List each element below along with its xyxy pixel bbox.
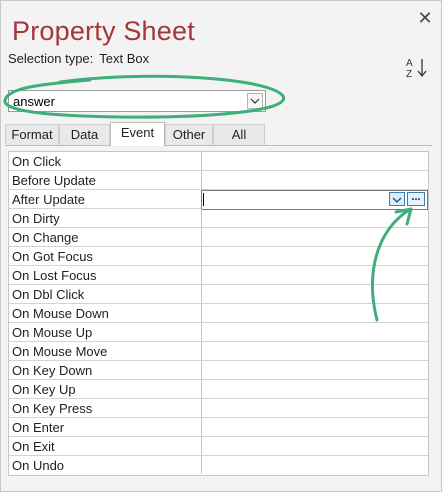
property-name: On Undo: [12, 458, 65, 473]
dropdown-button[interactable]: [389, 192, 405, 206]
property-value[interactable]: [201, 209, 428, 227]
property-value[interactable]: [201, 361, 428, 379]
property-row-on-key-up[interactable]: On Key Up: [9, 380, 428, 399]
property-value[interactable]: [201, 152, 428, 170]
property-row-on-click[interactable]: On Click: [9, 152, 428, 171]
close-icon[interactable]: ✕: [416, 9, 434, 27]
tab-divider: [5, 145, 432, 146]
build-button[interactable]: ...: [407, 192, 425, 206]
property-name: On Lost Focus: [12, 268, 97, 283]
property-value[interactable]: [201, 380, 428, 398]
property-row-on-got-focus[interactable]: On Got Focus: [9, 247, 428, 266]
property-row-on-enter[interactable]: On Enter: [9, 418, 428, 437]
property-name: On Key Down: [12, 363, 93, 378]
property-row-on-dirty[interactable]: On Dirty: [9, 209, 428, 228]
property-name: On Key Up: [12, 382, 76, 397]
property-name: On Key Press: [12, 401, 93, 416]
property-name: On Dirty: [12, 211, 60, 226]
property-value[interactable]: [201, 247, 428, 265]
property-value[interactable]: [201, 266, 428, 284]
tab-format[interactable]: Format: [5, 124, 59, 145]
property-value[interactable]: [201, 418, 428, 436]
property-name: On Dbl Click: [12, 287, 85, 302]
property-name: On Change: [12, 230, 79, 245]
after-update-field[interactable]: ...: [201, 190, 428, 210]
property-row-on-undo[interactable]: On Undo: [9, 456, 428, 475]
property-value[interactable]: [201, 228, 428, 246]
selection-type: Selection type: Text Box: [8, 51, 149, 66]
property-name: On Mouse Up: [12, 325, 93, 340]
property-row-on-lost-focus[interactable]: On Lost Focus: [9, 266, 428, 285]
property-row-after-update[interactable]: After Update ...: [9, 190, 428, 210]
chevron-down-icon[interactable]: [247, 93, 263, 109]
property-name: On Mouse Down: [12, 306, 109, 321]
property-row-on-mouse-down[interactable]: On Mouse Down: [9, 304, 428, 323]
property-name: On Exit: [12, 439, 55, 454]
svg-text:A: A: [406, 58, 413, 69]
property-name: After Update: [12, 192, 85, 207]
selection-type-label: Selection type:: [8, 51, 94, 66]
tab-other[interactable]: Other: [165, 124, 213, 145]
selection-type-value: Text Box: [99, 51, 150, 66]
tab-all[interactable]: All: [213, 124, 265, 145]
object-select-value: answer: [13, 94, 55, 109]
property-row-on-key-press[interactable]: On Key Press: [9, 399, 428, 418]
tab-event[interactable]: Event: [110, 122, 165, 146]
tab-data[interactable]: Data: [59, 124, 110, 145]
property-name: On Mouse Move: [12, 344, 108, 359]
property-row-on-change[interactable]: On Change: [9, 228, 428, 247]
property-name: On Got Focus: [12, 249, 93, 264]
property-row-on-mouse-up[interactable]: On Mouse Up: [9, 323, 428, 342]
sort-az-icon[interactable]: A Z: [404, 55, 432, 79]
property-value[interactable]: [201, 304, 428, 322]
property-row-on-exit[interactable]: On Exit: [9, 437, 428, 456]
page-title: Property Sheet: [12, 16, 195, 46]
property-value[interactable]: [201, 456, 428, 474]
property-row-on-dbl-click[interactable]: On Dbl Click: [9, 285, 428, 304]
property-row-on-key-down[interactable]: On Key Down: [9, 361, 428, 380]
object-select[interactable]: answer: [8, 90, 266, 112]
property-value[interactable]: [201, 342, 428, 360]
property-name: On Click: [12, 154, 62, 169]
property-value[interactable]: [201, 323, 428, 341]
property-value[interactable]: [201, 399, 428, 417]
property-name: On Enter: [12, 420, 65, 435]
property-value[interactable]: [201, 171, 428, 189]
property-value[interactable]: [201, 437, 428, 455]
property-row-on-mouse-move[interactable]: On Mouse Move: [9, 342, 428, 361]
property-grid: On Click Before Update After Update ... …: [8, 151, 429, 476]
property-name: Before Update: [12, 173, 96, 188]
property-row-before-update[interactable]: Before Update: [9, 171, 428, 190]
text-caret: [203, 193, 204, 206]
svg-text:Z: Z: [406, 69, 412, 79]
property-value[interactable]: [201, 285, 428, 303]
